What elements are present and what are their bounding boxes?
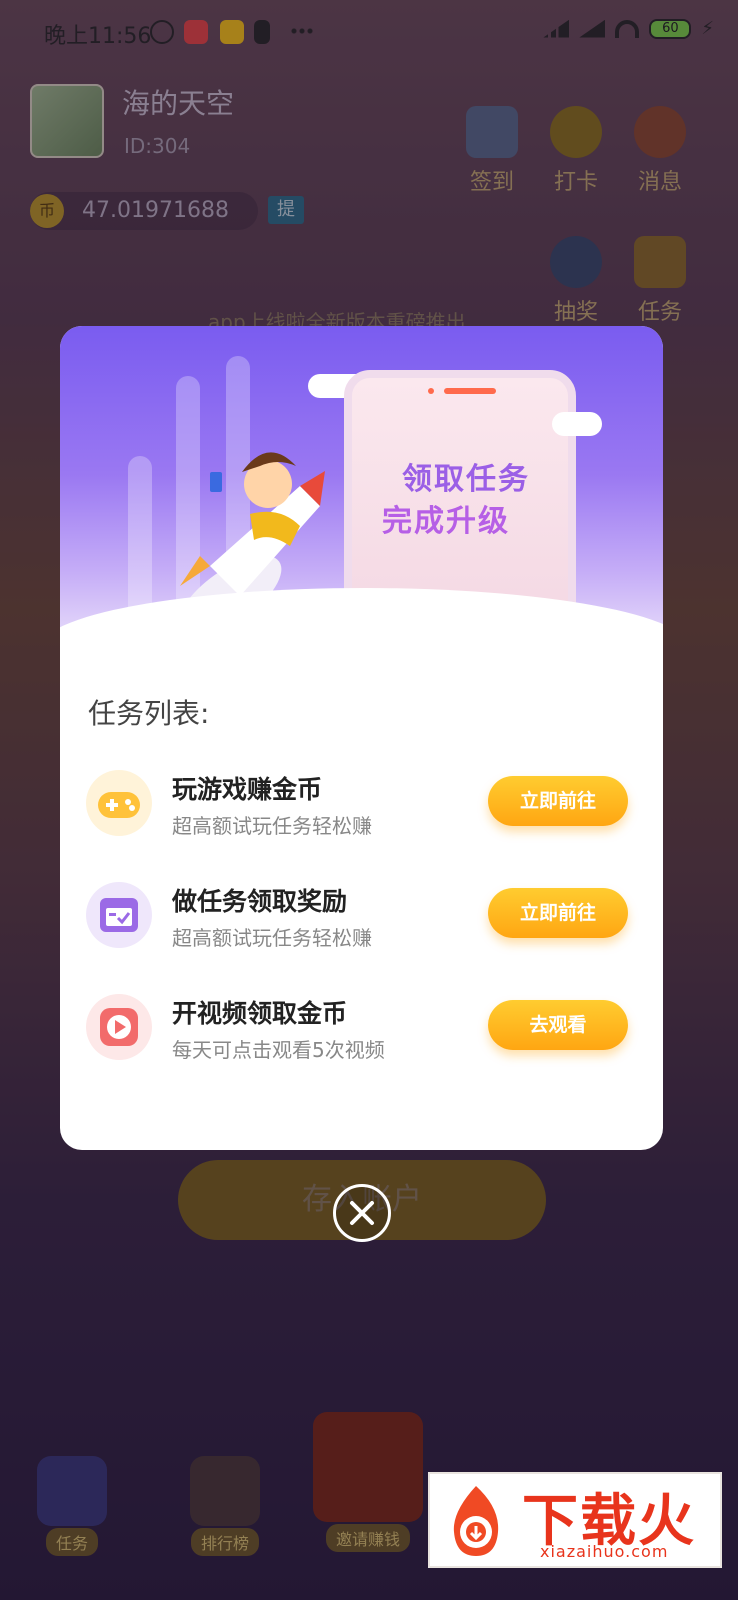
task-desc: 每天可点击观看5次视频 — [172, 1038, 385, 1062]
phone-camera — [428, 388, 434, 394]
task-calendar-check-icon — [86, 882, 152, 948]
close-modal-button[interactable] — [333, 1184, 391, 1242]
task-name: 做任务领取奖励 — [172, 887, 348, 916]
task-name: 玩游戏赚金币 — [172, 775, 323, 804]
task-list-modal: 领取任务 完成升级 任务列表: 玩游戏赚金币 超高额试玩任务轻松赚 立即前往 做… — [60, 326, 663, 1150]
task-list-title: 任务列表: — [88, 697, 210, 730]
task-name: 开视频领取金币 — [172, 999, 348, 1028]
task-row-reward: 做任务领取奖励 超高额试玩任务轻松赚 立即前往 — [86, 874, 646, 964]
watermark-url: xiazaihuo.com — [540, 1542, 669, 1561]
task-row-video: 开视频领取金币 每天可点击观看5次视频 去观看 — [86, 986, 646, 1076]
task-row-game: 玩游戏赚金币 超高额试玩任务轻松赚 立即前往 — [86, 762, 646, 852]
video-play-icon — [86, 994, 152, 1060]
cloud-decor — [552, 412, 602, 436]
modal-hero-banner: 领取任务 完成升级 — [60, 326, 663, 656]
go-now-button[interactable]: 立即前往 — [488, 776, 628, 826]
task-desc: 超高额试玩任务轻松赚 — [172, 814, 372, 838]
phone-speaker — [444, 388, 496, 394]
flame-logo-icon — [453, 1486, 499, 1556]
gamepad-icon — [86, 770, 152, 836]
hero-title-line1: 领取任务 — [402, 462, 530, 497]
hero-title-line2: 完成升级 — [382, 504, 510, 539]
go-now-button[interactable]: 立即前往 — [488, 888, 628, 938]
site-watermark: 下载火 xiazaihuo.com — [428, 1472, 722, 1568]
task-desc: 超高额试玩任务轻松赚 — [172, 926, 372, 950]
close-icon — [350, 1201, 374, 1225]
watch-button[interactable]: 去观看 — [488, 1000, 628, 1050]
